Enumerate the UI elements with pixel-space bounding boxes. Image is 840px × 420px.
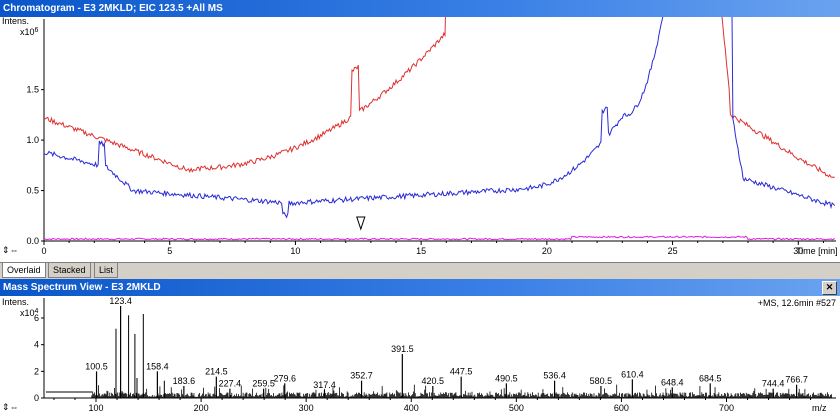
chromatogram-x-label: Time [min] <box>796 246 838 256</box>
chromatogram-y-tick-label: 0.5 <box>26 186 39 196</box>
eic-trace-pink <box>43 235 836 241</box>
ms-peak-label: 420.5 <box>422 376 445 386</box>
ms-peak-label: 684.5 <box>699 373 722 383</box>
zoom-arrows-icon[interactable]: ⇕⇔ <box>2 402 19 412</box>
ms-x-tick-label: 300 <box>299 403 314 413</box>
eic-trace-red <box>43 17 835 179</box>
chromatogram-plot[interactable]: Intens. x106 0.00.51.01.50 5 10 15 20 25 30⇕⇔ … <box>0 17 840 262</box>
chromatogram-x-tick-label: 20 <box>542 246 552 256</box>
ms-y-tick-label: 4 <box>34 340 39 350</box>
chromatogram-x-tick-label: 0 <box>41 246 46 256</box>
ms-y-label: Intens. <box>2 297 29 307</box>
ms-x-tick-label: 700 <box>719 403 734 413</box>
ms-x-tick-label: 200 <box>194 403 209 413</box>
ms-peak-label: 214.5 <box>205 367 228 377</box>
tab-list-label: List <box>99 265 114 275</box>
chromatogram-y-exponent: x106 <box>20 27 39 37</box>
ms-peak-label: 447.5 <box>450 367 473 377</box>
tab-stacked[interactable]: Stacked <box>48 263 91 278</box>
ms-peaks: 100.5 123.4 158.4 183.6 214.5 227.4 259.5279.6… <box>46 296 832 398</box>
ms-x-tick-label: 600 <box>614 403 629 413</box>
ms-peak-label: 317.4 <box>313 380 336 390</box>
mass-spectrum-title: Mass Spectrum View - E3 2MKLD <box>3 282 161 293</box>
chromatogram-titlebar: Chromatogram - E3 2MKLD; EIC 123.5 +All … <box>0 0 840 17</box>
chromatogram-traces <box>43 17 836 241</box>
ms-peak-label: 391.5 <box>391 344 414 354</box>
chromatogram-x-tick-label: 15 <box>416 246 426 256</box>
ms-peak-label: 183.6 <box>173 376 196 386</box>
ms-peak-label: 580.5 <box>590 376 613 386</box>
chromatogram-title: Chromatogram - E3 2MKLD; EIC 123.5 +All … <box>3 3 223 14</box>
ms-x-tick-label: 400 <box>404 403 419 413</box>
ms-peak-label: 766.7 <box>785 375 808 385</box>
ms-peak-label: 279.6 <box>273 373 296 383</box>
tab-list[interactable]: List <box>94 263 119 278</box>
ms-y-tick-label: 6 <box>34 313 39 323</box>
ms-x-label: m/z <box>812 403 827 413</box>
zoom-arrows-icon[interactable]: ⇕⇔ <box>2 245 19 255</box>
ms-peak-label: 123.4 <box>109 296 132 306</box>
close-icon: ✕ <box>825 282 834 292</box>
mass-spectrum-plot-area[interactable]: +MS, 12.6min #527 Intens. x104 0 2 4 6 100 20… <box>0 296 840 420</box>
tab-overlaid-label: Overlaid <box>7 265 41 275</box>
ms-y-tick-label: 0 <box>34 393 39 403</box>
chromatogram-plot-area[interactable]: Intens. x106 0.0 0.5 1.0 1.5 0 5 10 15 20 25 30 ⇕⇔ … <box>0 17 840 262</box>
retention-time-marker-icon[interactable] <box>356 216 366 231</box>
ms-x-tick-label: 100 <box>88 403 103 413</box>
ms-peak-label: 744.4 <box>762 379 785 389</box>
ms-peak-label: 610.4 <box>621 369 644 379</box>
ms-peak-label: 648.4 <box>661 377 684 387</box>
ms-peak-label: 536.4 <box>543 371 566 381</box>
ms-peak-label: 158.4 <box>146 361 169 371</box>
ms-peak-label: 100.5 <box>85 361 108 371</box>
tab-stacked-label: Stacked <box>53 265 86 275</box>
ms-peak-label: 352.7 <box>350 371 373 381</box>
chromatogram-x-tick-label: 10 <box>290 246 300 256</box>
chromatogram-y-tick-label: 0.0 <box>26 236 39 246</box>
eic-trace-blue <box>43 17 836 219</box>
ms-peak-label: 259.5 <box>252 379 275 389</box>
ms-y-tick-label: 2 <box>34 366 39 376</box>
chromatogram-y-label: Intens. <box>2 17 29 26</box>
tab-overlaid[interactable]: Overlaid <box>2 263 46 278</box>
chromatogram-x-tick-label: 25 <box>668 246 678 256</box>
mass-spectrum-plot[interactable]: Intens. x104 0246100 200 300 400 500 600 700⇕⇔… <box>0 296 840 420</box>
mass-spectrum-titlebar: Mass Spectrum View - E3 2MKLD ✕ <box>0 279 840 296</box>
chromatogram-y-tick-label: 1.5 <box>26 85 39 95</box>
ms-peak-label: 227.4 <box>219 379 242 389</box>
chromatogram-y-tick-label: 1.0 <box>26 135 39 145</box>
chromatogram-axes: 0.00.51.01.50 5 10 15 20 25 30⇕⇔ <box>2 19 836 256</box>
chromatogram-x-tick-label: 5 <box>167 246 172 256</box>
close-button[interactable]: ✕ <box>822 281 837 295</box>
ms-peak-label: 490.5 <box>495 373 518 383</box>
ms-x-tick-label: 500 <box>509 403 524 413</box>
view-tabs: Overlaid Stacked List <box>0 262 840 279</box>
